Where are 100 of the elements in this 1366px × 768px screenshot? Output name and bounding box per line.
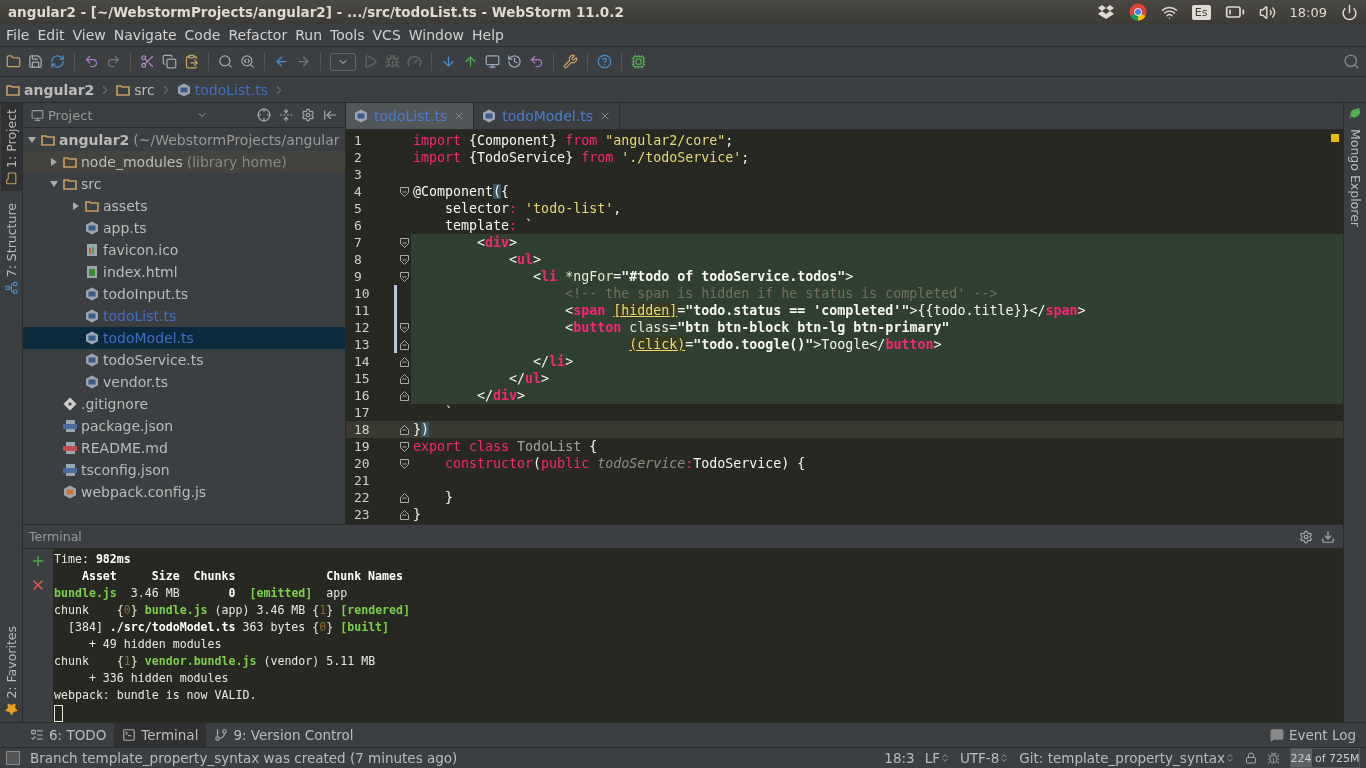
save-icon[interactable]: [28, 54, 43, 69]
breadcrumb-item[interactable]: angular2: [24, 81, 95, 98]
fold-icon[interactable]: [399, 356, 409, 367]
fold-icon[interactable]: [399, 373, 409, 384]
tool-window-tab[interactable]: 6: TODO: [22, 723, 115, 747]
fold-icon[interactable]: [399, 492, 409, 503]
fold-icon[interactable]: [399, 237, 409, 248]
tree-row[interactable]: index.html: [23, 261, 345, 283]
settings-icon[interactable]: [563, 54, 578, 69]
tree-row[interactable]: webpack.config.js: [23, 481, 345, 503]
fold-icon[interactable]: [399, 186, 409, 197]
memory-indicator[interactable]: 224 of 725M: [1290, 748, 1360, 768]
hide-icon[interactable]: [323, 108, 337, 122]
tree-row[interactable]: src: [23, 173, 345, 195]
project-view-dropdown[interactable]: Project: [31, 107, 249, 123]
copy-icon[interactable]: [162, 54, 177, 69]
paste-icon[interactable]: [184, 54, 199, 69]
fold-icon[interactable]: [399, 509, 409, 520]
back-icon[interactable]: [274, 54, 289, 69]
expanded-arrow-icon[interactable]: [49, 179, 59, 189]
cut-icon[interactable]: [140, 54, 155, 69]
expanded-arrow-icon[interactable]: [27, 135, 37, 145]
redo-icon[interactable]: [106, 54, 121, 69]
git-branch-selector[interactable]: Git: template_property_syntax: [1019, 750, 1235, 766]
fold-icon[interactable]: [399, 441, 409, 452]
menu-item[interactable]: Navigate: [109, 27, 181, 43]
undo-icon[interactable]: [84, 54, 99, 69]
line-ending-selector[interactable]: LF: [924, 750, 950, 766]
collapsed-arrow-icon[interactable]: [49, 157, 59, 167]
history-icon[interactable]: [507, 54, 522, 69]
analysis-marker[interactable]: [1331, 134, 1339, 142]
add-icon[interactable]: [30, 553, 46, 569]
fold-icon[interactable]: [399, 254, 409, 265]
tree-row[interactable]: vendor.ts: [23, 371, 345, 393]
tool-window-tab[interactable]: Terminal: [114, 723, 207, 747]
hide-icon[interactable]: [1321, 529, 1335, 544]
settings-icon[interactable]: [1299, 529, 1313, 544]
box-logo-icon[interactable]: [1096, 4, 1115, 20]
breadcrumb-item[interactable]: src: [134, 81, 155, 98]
settings-icon[interactable]: [301, 108, 315, 122]
sync-icon[interactable]: [50, 54, 65, 69]
clock[interactable]: 18:09: [1289, 4, 1327, 20]
menu-item[interactable]: View: [68, 27, 110, 43]
power-icon[interactable]: [1341, 3, 1358, 21]
tree-row[interactable]: package.json: [23, 415, 345, 437]
fold-icon[interactable]: [399, 390, 409, 401]
keyboard-layout-indicator[interactable]: Es: [1191, 4, 1211, 20]
fold-icon[interactable]: [399, 424, 409, 435]
fold-icon[interactable]: [399, 271, 409, 282]
menu-item[interactable]: Tools: [326, 27, 369, 43]
menu-item[interactable]: Code: [180, 27, 225, 43]
tree-row[interactable]: angular2 (~/WebstormProjects/angular: [23, 129, 345, 151]
tree-row[interactable]: .gitignore: [23, 393, 345, 415]
menu-item[interactable]: Refactor: [224, 27, 292, 43]
menu-item[interactable]: VCS: [368, 27, 405, 43]
collapse-icon[interactable]: [279, 108, 293, 122]
tree-row[interactable]: README.md: [23, 437, 345, 459]
tree-row[interactable]: todoModel.ts: [23, 327, 345, 349]
vcs-update-icon[interactable]: [441, 54, 456, 69]
menu-item[interactable]: Edit: [33, 27, 69, 43]
tool-window-tab[interactable]: Mongo Explorer: [1344, 123, 1366, 233]
compare-icon[interactable]: [485, 54, 500, 69]
fold-icon[interactable]: [399, 458, 409, 469]
forward-icon[interactable]: [296, 54, 311, 69]
browser-logo-icon[interactable]: [1128, 3, 1147, 21]
tree-row[interactable]: todoService.ts: [23, 349, 345, 371]
terminal-output[interactable]: [53, 549, 1343, 722]
fold-icon[interactable]: [399, 339, 409, 350]
tree-row[interactable]: node_modules (library home): [23, 151, 345, 173]
tool-window-tab[interactable]: 1: Project: [0, 103, 22, 191]
volume-icon[interactable]: [1258, 3, 1276, 21]
chip-icon[interactable]: [631, 54, 646, 69]
close-icon[interactable]: [599, 110, 611, 122]
search-icon[interactable]: [218, 54, 233, 69]
open-folder-icon[interactable]: [6, 54, 21, 69]
tree-row[interactable]: assets: [23, 195, 345, 217]
encoding-selector[interactable]: UTF-8: [959, 750, 1010, 766]
replace-icon[interactable]: [240, 54, 255, 69]
run-configuration-dropdown[interactable]: [330, 52, 356, 71]
locate-icon[interactable]: [257, 108, 271, 122]
tree-row[interactable]: tsconfig.json: [23, 459, 345, 481]
event-log-button[interactable]: Event Log: [1259, 723, 1366, 747]
menu-item[interactable]: File: [2, 27, 34, 43]
fold-icon[interactable]: [399, 322, 409, 333]
tool-window-tab[interactable]: 2: Favorites: [0, 620, 22, 722]
menu-item[interactable]: Run: [291, 27, 327, 43]
tree-row[interactable]: app.ts: [23, 217, 345, 239]
tool-window-tab[interactable]: 7: Structure: [0, 196, 22, 301]
tree-row[interactable]: favicon.ico: [23, 239, 345, 261]
leaf-icon[interactable]: [1349, 107, 1361, 119]
revert-icon[interactable]: [529, 54, 544, 69]
tree-row[interactable]: todoInput.ts: [23, 283, 345, 305]
help-icon[interactable]: [597, 54, 612, 69]
status-toggle-icon[interactable]: [6, 751, 20, 765]
lock-icon[interactable]: [1245, 752, 1257, 764]
collapsed-arrow-icon[interactable]: [71, 201, 81, 211]
menu-item[interactable]: Window: [404, 27, 468, 43]
menu-item[interactable]: Help: [468, 27, 508, 43]
tool-window-tab[interactable]: 9: Version Control: [206, 723, 362, 747]
caret-position[interactable]: 18:3: [884, 750, 915, 766]
